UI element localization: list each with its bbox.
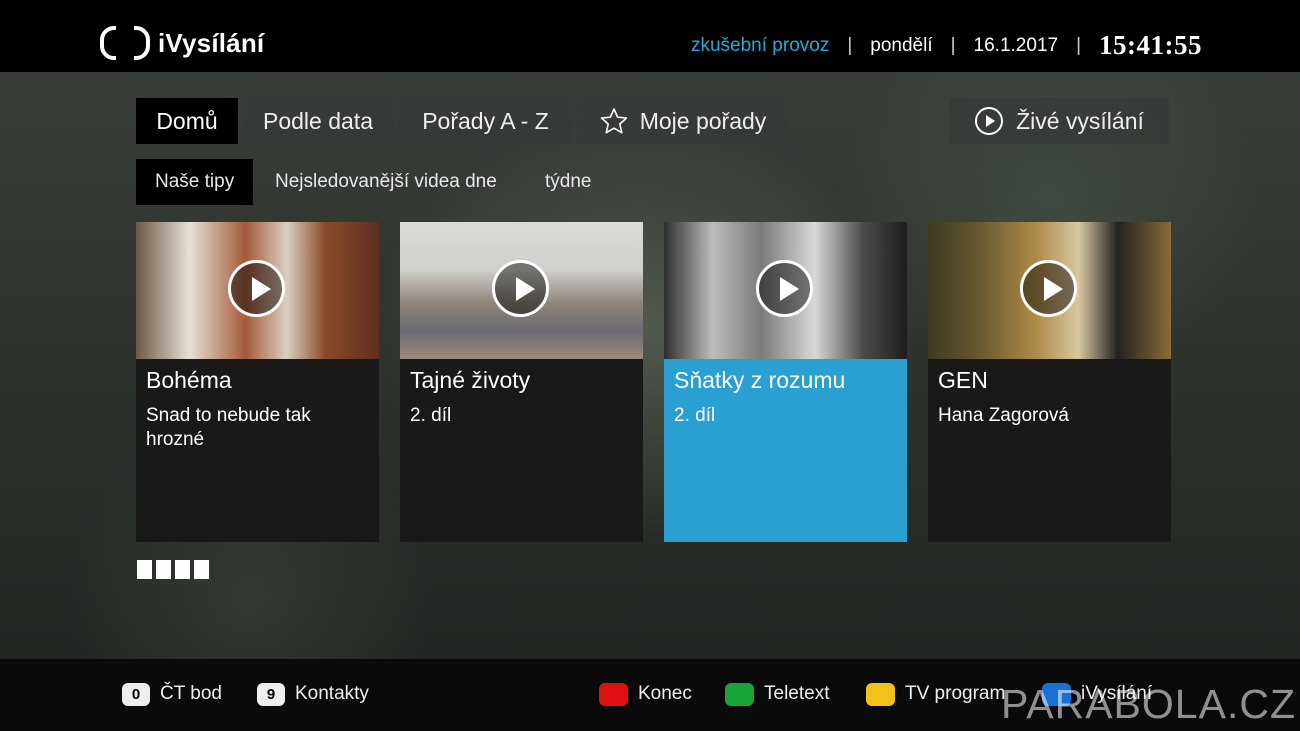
green-key-teletext[interactable]: Teletext <box>725 679 829 709</box>
play-icon[interactable] <box>1020 260 1077 317</box>
page-dot <box>156 560 171 579</box>
star-icon <box>600 108 628 134</box>
separator: | <box>950 34 956 56</box>
green-button-icon <box>725 682 754 706</box>
video-thumbnail <box>664 222 907 359</box>
subtab-label: Naše tipy <box>155 171 235 192</box>
watermark: PARABOLA.CZ <box>1000 681 1296 727</box>
card-title: Sňatky z rozumu <box>674 367 846 393</box>
tab-my-shows[interactable]: Moje pořady <box>577 98 789 144</box>
page-dot <box>194 560 209 579</box>
key-9-icon: 9 <box>257 682 285 706</box>
key-label: Kontakty <box>295 683 369 704</box>
card-title: Tajné životy <box>410 367 531 393</box>
tab-label: Pořady A - Z <box>422 107 549 134</box>
top-bar: iVysílání zkušební provoz | pondělí | 16… <box>0 0 1300 72</box>
subtab-week[interactable]: týdne <box>545 159 591 205</box>
key-label: ČT bod <box>160 683 222 704</box>
video-thumbnail <box>136 222 379 359</box>
tab-label: Živé vysílání <box>1016 107 1144 134</box>
clock: 15:41:55 <box>1099 30 1202 60</box>
red-button-icon <box>599 682 628 706</box>
yellow-key-tv-program[interactable]: TV program <box>866 679 1005 709</box>
subtab-our-tips[interactable]: Naše tipy <box>136 159 254 205</box>
card-subtitle: Snad to nebude tak hrozné <box>146 405 311 450</box>
card-subtitle: 2. díl <box>674 405 716 426</box>
status-bar: zkušební provoz | pondělí | 16.1.2017 | … <box>691 30 1202 61</box>
ivysilani-logo: iVysílání <box>100 26 264 60</box>
page-indicator <box>137 560 209 579</box>
page-dot <box>175 560 190 579</box>
subtab-most-watched-day[interactable]: Nejsledovanější videa dne <box>275 159 497 205</box>
subtab-label: Nejsledovanější videa dne <box>275 171 497 192</box>
card-title: GEN <box>938 367 988 393</box>
tab-by-date[interactable]: Podle data <box>242 98 394 144</box>
day-label: pondělí <box>870 34 933 56</box>
key-label: Konec <box>638 683 692 704</box>
play-icon[interactable] <box>492 260 549 317</box>
tab-shows-a-z[interactable]: Pořady A - Z <box>398 98 573 144</box>
yellow-button-icon <box>866 682 895 706</box>
play-icon[interactable] <box>756 260 813 317</box>
video-card-tajne-zivoty[interactable]: Tajné životy 2. díl <box>400 222 643 542</box>
key-kontakty[interactable]: 9 Kontakty <box>257 679 369 709</box>
card-subtitle: 2. díl <box>410 405 452 426</box>
separator: | <box>847 34 853 56</box>
trial-mode-label: zkušební provoz <box>690 34 830 56</box>
tab-label: Podle data <box>263 107 373 134</box>
red-key-konec[interactable]: Konec <box>599 679 692 709</box>
tab-label: Domů <box>156 107 218 134</box>
tab-label: Moje pořady <box>639 107 767 134</box>
ct-logo-icon <box>100 26 150 60</box>
tab-live-broadcast[interactable]: Živé vysílání <box>949 98 1169 144</box>
video-card-gen[interactable]: GEN Hana Zagorová <box>928 222 1171 542</box>
key-0-icon: 0 <box>122 682 150 706</box>
key-label: Teletext <box>764 683 830 704</box>
key-label: TV program <box>905 683 1006 704</box>
play-icon[interactable] <box>228 260 285 317</box>
video-card-snatky-z-rozumu[interactable]: Sňatky z rozumu 2. díl <box>664 222 907 542</box>
subtab-label: týdne <box>545 171 592 192</box>
play-circle-icon <box>975 107 1004 135</box>
video-thumbnail <box>928 222 1171 359</box>
date-label: 16.1.2017 <box>973 34 1059 56</box>
card-subtitle: Hana Zagorová <box>938 405 1069 426</box>
video-thumbnail <box>400 222 643 359</box>
card-title: Bohéma <box>146 367 232 393</box>
tab-home[interactable]: Domů <box>136 98 238 144</box>
video-card-bohema[interactable]: Bohéma Snad to nebude tak hrozné <box>136 222 379 542</box>
logo-text: iVysílání <box>158 27 265 58</box>
separator: | <box>1076 34 1082 56</box>
page-dot <box>137 560 152 579</box>
key-ct-bod[interactable]: 0 ČT bod <box>122 679 222 709</box>
